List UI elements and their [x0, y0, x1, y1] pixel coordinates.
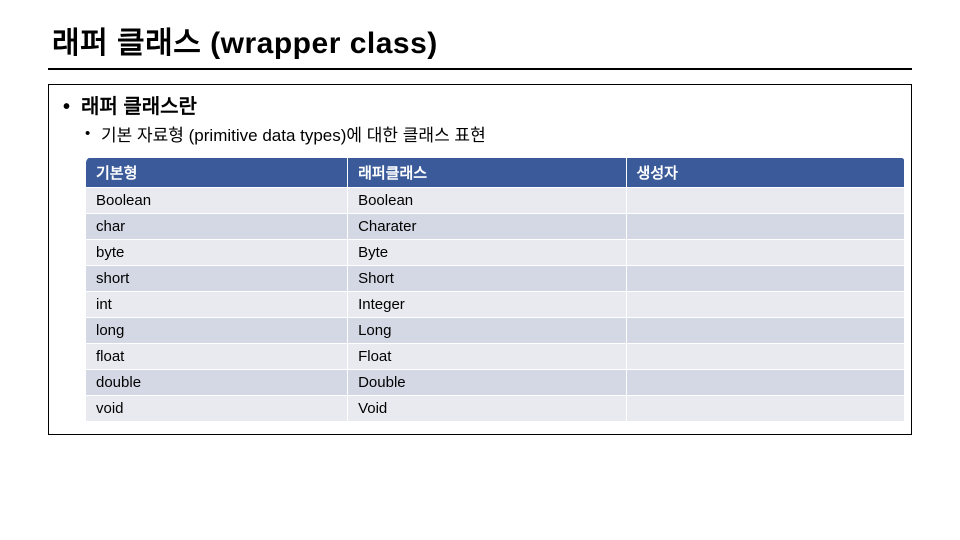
cell-primitive: byte — [86, 239, 348, 265]
bullet-level1: 래퍼 클래스란 — [61, 93, 895, 121]
bullet-list: 래퍼 클래스란 기본 자료형 (primitive data types)에 대… — [61, 93, 895, 149]
cell-constructor — [626, 213, 904, 239]
cell-wrapper: Short — [348, 265, 626, 291]
page-title: 래퍼 클래스 (wrapper class) — [48, 18, 912, 62]
cell-wrapper: Void — [348, 395, 626, 421]
cell-wrapper: Byte — [348, 239, 626, 265]
content-box: 래퍼 클래스란 기본 자료형 (primitive data types)에 대… — [48, 84, 912, 435]
wrapper-class-table: 기본형 래퍼클래스 생성자 Boolean Boolean char Chara… — [85, 157, 905, 422]
cell-constructor — [626, 317, 904, 343]
cell-wrapper: Double — [348, 369, 626, 395]
table-row: Boolean Boolean — [86, 187, 905, 213]
table-row: short Short — [86, 265, 905, 291]
th-wrapper: 래퍼클래스 — [348, 157, 626, 187]
cell-primitive: char — [86, 213, 348, 239]
cell-constructor — [626, 395, 904, 421]
cell-primitive: long — [86, 317, 348, 343]
cell-primitive: int — [86, 291, 348, 317]
cell-constructor — [626, 187, 904, 213]
table-row: char Charater — [86, 213, 905, 239]
table-row: byte Byte — [86, 239, 905, 265]
cell-wrapper: Boolean — [348, 187, 626, 213]
cell-constructor — [626, 369, 904, 395]
cell-wrapper: Charater — [348, 213, 626, 239]
cell-primitive: float — [86, 343, 348, 369]
cell-wrapper: Float — [348, 343, 626, 369]
slide: 래퍼 클래스 (wrapper class) 래퍼 클래스란 기본 자료형 (p… — [0, 0, 960, 540]
bullet-level2: 기본 자료형 (primitive data types)에 대한 클래스 표현 — [61, 123, 895, 149]
table-wrap: 기본형 래퍼클래스 생성자 Boolean Boolean char Chara… — [61, 157, 895, 422]
title-underline — [48, 68, 912, 70]
cell-constructor — [626, 265, 904, 291]
th-constructor: 생성자 — [626, 157, 904, 187]
cell-constructor — [626, 239, 904, 265]
th-primitive: 기본형 — [86, 157, 348, 187]
cell-constructor — [626, 291, 904, 317]
table-row: int Integer — [86, 291, 905, 317]
table-row: float Float — [86, 343, 905, 369]
table-header-row: 기본형 래퍼클래스 생성자 — [86, 157, 905, 187]
cell-primitive: void — [86, 395, 348, 421]
cell-constructor — [626, 343, 904, 369]
cell-wrapper: Long — [348, 317, 626, 343]
cell-primitive: short — [86, 265, 348, 291]
table-row: void Void — [86, 395, 905, 421]
cell-primitive: double — [86, 369, 348, 395]
table-row: double Double — [86, 369, 905, 395]
table-row: long Long — [86, 317, 905, 343]
cell-primitive: Boolean — [86, 187, 348, 213]
cell-wrapper: Integer — [348, 291, 626, 317]
